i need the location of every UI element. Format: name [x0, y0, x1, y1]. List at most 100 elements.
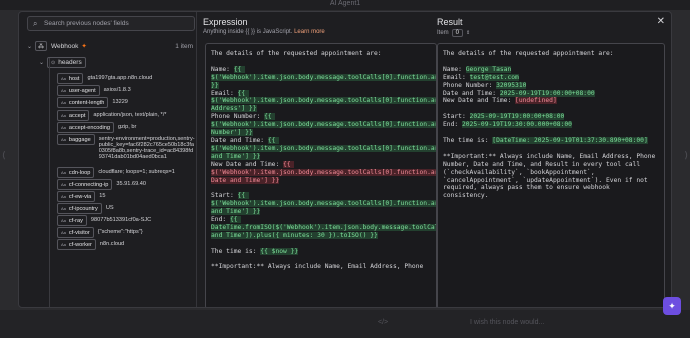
field-value: sentry-environment=production,sentry-pub… — [98, 136, 195, 160]
node-name: Webhook — [51, 42, 79, 50]
headers-label: headers — [58, 59, 82, 66]
chevron-down-icon[interactable]: ⌄ — [39, 59, 47, 66]
field-key-label: host — [68, 75, 80, 82]
header-field-row[interactable]: Aa cf-worker n8n.cloud — [57, 239, 195, 250]
field-value: 15 — [99, 193, 106, 199]
string-type-icon: Aa — [61, 100, 66, 105]
canvas-left-edge-icon: ⟨ — [2, 150, 6, 160]
header-field-row[interactable]: Aa cf-visitor {"scheme":"https"} — [57, 227, 195, 238]
app-bottom-bar: </> I wish this node would... — [0, 310, 690, 338]
header-field-row[interactable]: Aa cf-ray 98077b513391cf0a-SJC — [57, 215, 195, 226]
field-value: cloudflare; loops=1; subreqs=1 — [98, 169, 175, 175]
field-value: US — [105, 205, 114, 211]
search-box[interactable]: ⌕ — [27, 16, 195, 31]
field-key[interactable]: Aa content-length — [57, 97, 109, 108]
field-key-label: cf-ipcountry — [68, 205, 98, 212]
input-fields-panel: ⌕ ⌄ ⁂ Webhook ✦ 1 item ⌄ ⊙ headers Aahos… — [19, 12, 197, 307]
field-key-label: cf-visitor — [68, 229, 90, 236]
header-field-row[interactable]: Aa accept-encoding gzip, br — [57, 122, 195, 133]
result-title: Result — [437, 17, 463, 27]
string-type-icon: Aa — [61, 194, 66, 199]
code-icon[interactable]: </> — [378, 319, 388, 326]
string-type-icon: Aa — [61, 230, 66, 235]
string-type-icon: Aa — [61, 242, 66, 247]
header-field-row[interactable]: Aa content-length 13229 — [57, 97, 195, 108]
headers-key: ⊙ headers — [47, 57, 86, 68]
string-type-icon: Aa — [61, 113, 66, 118]
string-type-icon: Aa — [61, 88, 66, 93]
field-key-label: accept-encoding — [68, 124, 110, 131]
item-selector[interactable]: Item 0 ⇕ — [437, 29, 470, 37]
field-key-label: cf-ray — [68, 217, 83, 224]
field-key[interactable]: Aa cf-ray — [57, 215, 87, 226]
ai-assistant-button[interactable]: ✦ — [663, 297, 681, 315]
item-label: Item — [437, 30, 449, 36]
expression-hint: Anything inside {{ }} is JavaScript. Lea… — [203, 29, 325, 35]
string-type-icon: Aa — [61, 76, 66, 81]
header-field-row[interactable]: Aa cf-ipcountry US — [57, 203, 195, 214]
expression-panel: Expression Anything inside {{ }} is Java… — [197, 12, 437, 307]
item-count: 1 item — [175, 42, 193, 50]
header-field-row[interactable]: Aa host gta1997gta.app.n8n.cloud — [57, 73, 195, 84]
field-key-label: accept — [68, 112, 86, 119]
field-key-label: cdn-loop — [68, 169, 91, 176]
field-key[interactable]: Aa user-agent — [57, 85, 100, 96]
field-key[interactable]: Aa cdn-loop — [57, 167, 95, 178]
trigger-bolt-icon: ✦ — [81, 43, 87, 50]
field-value: 98077b513391cf0a-SJC — [90, 217, 152, 223]
field-value: application/json, text/plain, */* — [93, 112, 167, 118]
expression-title: Expression — [203, 17, 248, 27]
field-key[interactable]: Aa accept-encoding — [57, 122, 114, 133]
string-type-icon: Aa — [61, 218, 66, 223]
field-key[interactable]: Aa cf-worker — [57, 239, 96, 250]
field-key-label: cf-connecting-ip — [68, 181, 109, 188]
field-value: axios/1.8.3 — [103, 87, 131, 93]
header-field-row[interactable]: Aa baggage sentry-environment=production,s… — [57, 134, 195, 160]
field-key-label: cf-worker — [68, 241, 92, 248]
field-key[interactable]: Aa cf-ew-via — [57, 191, 96, 202]
header-field-row[interactable]: Aa accept application/json, text/plain, */… — [57, 110, 195, 121]
header-field-row[interactable]: Aa cdn-loop cloudflare; loops=1; subreqs=1 — [57, 167, 195, 178]
field-key[interactable]: Aa cf-ipcountry — [57, 203, 102, 214]
app-window-title: AI Agent1 — [329, 0, 361, 7]
field-value: gzip, br — [117, 124, 137, 130]
string-type-icon: Aa — [61, 125, 66, 130]
field-key[interactable]: Aa host — [57, 73, 84, 84]
field-key[interactable]: Aa cf-connecting-ip — [57, 179, 113, 190]
learn-more-link[interactable]: Learn more — [294, 29, 325, 35]
tree-node-headers[interactable]: ⌄ ⊙ headers — [39, 57, 86, 68]
field-key[interactable]: Aa baggage — [57, 134, 95, 145]
expression-editor-modal: ⌕ ⌄ ⁂ Webhook ✦ 1 item ⌄ ⊙ headers Aahos… — [18, 11, 672, 308]
field-key-label: user-agent — [68, 87, 96, 94]
field-value: 13229 — [112, 99, 128, 105]
field-key-label: cf-ew-via — [68, 193, 92, 200]
hint-text: Anything inside {{ }} is JavaScript. — [203, 29, 293, 35]
result-panel: Result Item 0 ⇕ ✕ The details of the req… — [437, 12, 671, 307]
string-type-icon: Aa — [61, 206, 66, 211]
field-value: gta1997gta.app.n8n.cloud — [87, 75, 153, 81]
search-input[interactable] — [44, 18, 192, 29]
search-icon: ⌕ — [33, 19, 38, 28]
expression-editor[interactable]: The details of the requested appointment… — [205, 43, 437, 307]
field-value: 35.91.69.40 — [116, 181, 146, 187]
chevron-down-icon[interactable]: ⌄ — [27, 43, 35, 50]
field-value: n8n.cloud — [99, 241, 125, 247]
close-icon[interactable]: ✕ — [657, 16, 665, 27]
tree-node-webhook[interactable]: ⌄ ⁂ Webhook ✦ 1 item — [27, 41, 196, 51]
field-value: {"scheme":"https"} — [97, 229, 143, 235]
stepper-icon[interactable]: ⇕ — [466, 30, 470, 36]
field-key[interactable]: Aa cf-visitor — [57, 227, 94, 238]
ai-prompt-placeholder[interactable]: I wish this node would... — [470, 319, 544, 326]
field-key-label: content-length — [68, 99, 105, 106]
string-type-icon: Aa — [61, 182, 66, 187]
tree-guide-line — [49, 58, 50, 307]
header-field-row[interactable]: Aa user-agent axios/1.8.3 — [57, 85, 195, 96]
header-field-row[interactable]: Aa cf-connecting-ip 35.91.69.40 — [57, 179, 195, 190]
canvas-right-edge-icon: ⟩ — [684, 150, 688, 160]
object-type-icon: ⊙ — [51, 59, 56, 66]
header-field-row[interactable]: Aa cf-ew-via 15 — [57, 191, 195, 202]
item-index-input[interactable]: 0 — [451, 29, 464, 37]
field-key[interactable]: Aa accept — [57, 110, 90, 121]
webhook-node-icon: ⁂ — [35, 41, 47, 51]
field-key-label: baggage — [68, 136, 91, 143]
